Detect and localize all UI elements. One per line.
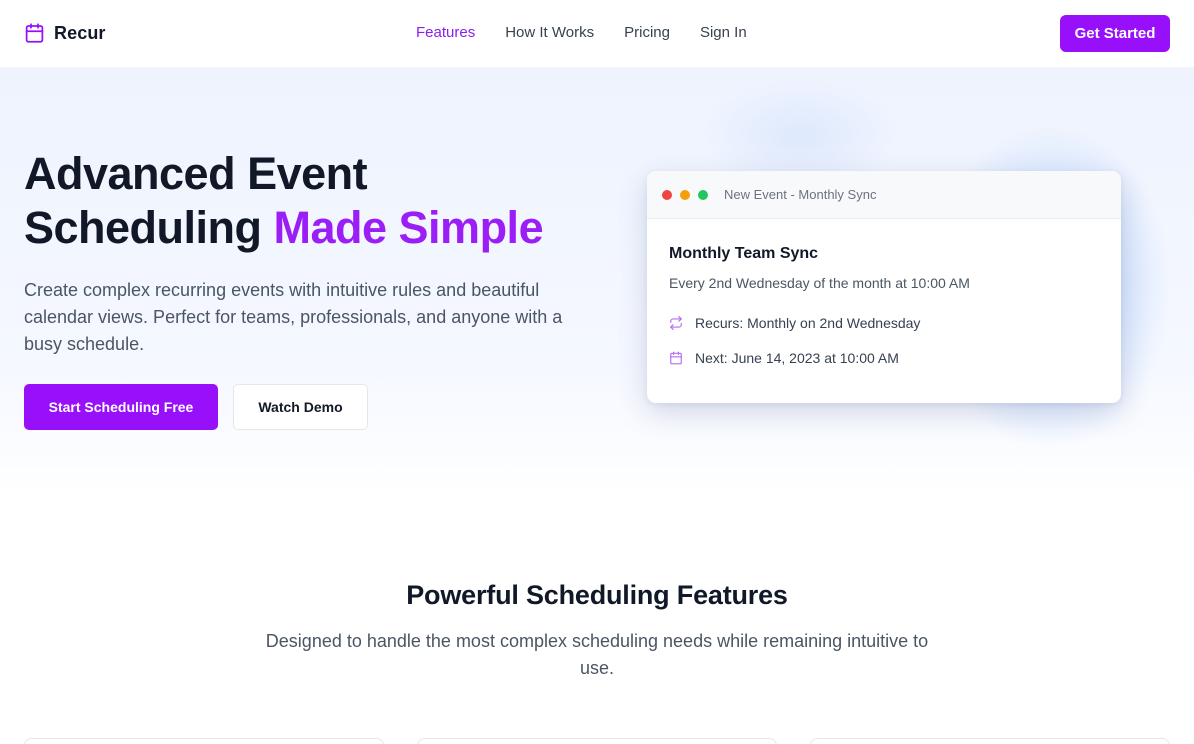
event-description: Every 2nd Wednesday of the month at 10:0… [669,275,970,291]
repeat-icon [670,316,682,330]
window-title-bar: New Event - Monthly Sync [647,171,1121,219]
hero-title-accent: Made Simple [273,202,544,253]
brand-logo[interactable]: Recur [24,22,106,44]
get-started-button[interactable]: Get Started [1060,15,1170,52]
hero-subtitle: Create complex recurring events with int… [24,280,563,354]
feature-card [417,738,777,744]
next-occurrence-text: Next: June 14, 2023 at 10:00 AM [695,350,899,366]
feature-card [24,738,384,744]
nav-link-how-it-works[interactable]: How It Works [505,24,594,41]
hero-title-line2: Scheduling [24,202,274,253]
window-title: New Event - Monthly Sync [724,187,877,202]
features-title: Powerful Scheduling Features [406,580,788,610]
watch-demo-button[interactable]: Watch Demo [233,384,368,430]
calendar-icon [670,351,682,365]
nav-link-pricing[interactable]: Pricing [624,24,670,41]
start-scheduling-button[interactable]: Start Scheduling Free [24,384,218,430]
nav-link-features[interactable]: Features [416,24,475,41]
calendar-icon [25,23,44,43]
features-subtitle: Designed to handle the most complex sche… [265,631,929,678]
event-preview-card: New Event - Monthly Sync Monthly Team Sy… [647,171,1121,403]
hero-section: Advanced Event Scheduling Made Simple Cr… [0,67,1194,497]
next-occurrence-row: Next: June 14, 2023 at 10:00 AM [669,350,1121,366]
nav-links: Features How It Works Pricing Sign In [416,24,747,41]
brand-name: Recur [54,22,106,43]
recurrence-row: Recurs: Monthly on 2nd Wednesday [669,315,1121,331]
event-details: Monthly Team Sync Every 2nd Wednesday of… [647,219,1121,366]
nav-link-sign-in[interactable]: Sign In [700,24,747,41]
close-dot-icon [662,189,672,200]
hero-title: Advanced Event Scheduling Made Simple [24,147,624,255]
hero-title-line1: Advanced Event [24,148,368,199]
maximize-dot-icon [698,189,708,200]
event-title: Monthly Team Sync [669,245,819,262]
feature-card [810,738,1170,744]
top-nav: Recur Features How It Works Pricing Sign… [0,0,1194,67]
minimize-dot-icon [680,189,690,200]
recurrence-text: Recurs: Monthly on 2nd Wednesday [695,315,921,331]
